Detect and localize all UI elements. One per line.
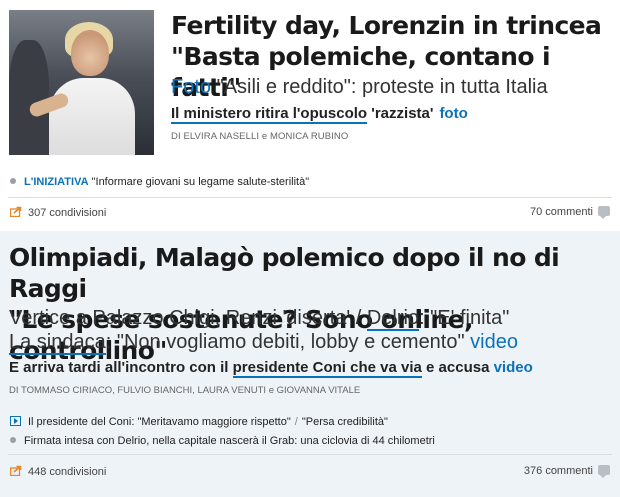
comment-icon <box>598 206 610 219</box>
headline-line-1[interactable]: Olimpiadi, Malagò polemico dopo il no di… <box>9 242 614 304</box>
article-photo[interactable] <box>9 10 154 155</box>
sindaca-link[interactable]: La sindaca <box>9 331 106 355</box>
video-icon <box>10 416 21 426</box>
byline: di TOMMASO CIRIACO, FULVIO BIANCHI, LAUR… <box>9 385 360 396</box>
share-button[interactable]: 448 condivisioni <box>10 465 107 478</box>
article-subtitle: Vertice a Palazzo Chigi, Renzi 'diserta'… <box>9 306 609 355</box>
photo-face <box>71 30 109 76</box>
share-count: 307 condivisioni <box>28 207 107 219</box>
headline-line-1[interactable]: Fertility day, Lorenzin in trincea <box>171 10 611 41</box>
byline-authors: di TOMMASO CIRIACO, FULVIO BIANCHI, LAUR… <box>9 385 267 396</box>
subtitle-text-c: : "E' finita" <box>419 307 510 329</box>
subtitle-text-a: Vertice a Palazzo Chigi, Renzi 'diserta'… <box>9 307 367 329</box>
bullet-icon <box>10 178 16 184</box>
comments-link[interactable]: 70 commenti <box>530 206 610 219</box>
share-icon <box>10 206 22 217</box>
related-headline-underlined[interactable]: Il ministero ritira l'opuscolo <box>171 105 368 124</box>
video-link[interactable]: video <box>470 331 518 353</box>
subtitle-text-e: : "Non vogliamo debiti, lobby e cemento" <box>105 331 465 353</box>
article-fertility-day: Fertility day, Lorenzin in trincea "Bast… <box>0 0 620 231</box>
share-count: 448 condivisioni <box>28 466 107 478</box>
divider <box>8 197 612 198</box>
related-link-grab[interactable]: Firmata intesa con Delrio, nella capital… <box>10 435 435 447</box>
presidente-coni-link[interactable]: presidente Coni che va via <box>232 359 422 378</box>
divider <box>8 454 612 455</box>
related-photo-link[interactable]: foto <box>439 105 467 122</box>
subtitle-line-2: La sindaca: "Non vogliamo debiti, lobby … <box>9 330 609 355</box>
comments-link[interactable]: 376 commenti <box>523 465 610 478</box>
separator-slash: / <box>294 416 298 428</box>
related-kicker: L'INIZIATIVA <box>24 176 89 188</box>
article-olimpiadi: Olimpiadi, Malagò polemico dopo il no di… <box>0 231 620 497</box>
bullet-icon <box>10 437 16 443</box>
related-headline-text-b: e accusa <box>421 359 494 376</box>
comment-icon <box>598 465 610 478</box>
related-headline-text-a: E arriva tardi all'incontro con il <box>9 359 233 376</box>
related-text[interactable]: "Informare giovani su legame salute-ster… <box>89 176 310 188</box>
photo-background-figure <box>9 40 49 155</box>
related-video-link[interactable]: video <box>494 359 533 376</box>
article-footer: 307 condivisioni 70 commenti <box>10 206 610 226</box>
related-headline: E arriva tardi all'incontro con il presi… <box>9 358 533 378</box>
comment-count: 376 commenti <box>523 465 593 477</box>
related-headline: Il ministero ritira l'opuscolo 'razzista… <box>171 104 468 124</box>
delrio-link[interactable]: Delrio <box>366 307 420 331</box>
share-button[interactable]: 307 condivisioni <box>10 206 107 219</box>
byline-author-2: MONICA RUBINO <box>270 131 349 142</box>
byline-conjunction: e <box>266 385 277 396</box>
byline-conjunction: e <box>259 131 270 142</box>
byline-author-last: GIOVANNA VITALE <box>276 385 361 396</box>
article-footer: 448 condivisioni 376 commenti <box>10 465 610 485</box>
photo-link[interactable]: Foto <box>171 76 211 98</box>
comment-count: 70 commenti <box>530 206 593 218</box>
related-headline-text: 'razzista' <box>367 105 434 122</box>
byline: di ELVIRA NASELLI e MONICA RUBINO <box>171 131 348 142</box>
byline-author-1: di ELVIRA NASELLI <box>171 131 260 142</box>
photo-body <box>49 78 135 155</box>
subtitle-text[interactable]: "Asili e reddito": proteste in tutta Ita… <box>211 76 548 98</box>
related-text-b[interactable]: "Persa credibilità" <box>302 416 388 428</box>
article-subtitle: Foto "Asili e reddito": proteste in tutt… <box>171 74 611 100</box>
share-icon <box>10 465 22 476</box>
subtitle-line-1: Vertice a Palazzo Chigi, Renzi 'diserta'… <box>9 306 609 331</box>
related-text[interactable]: Firmata intesa con Delrio, nella capital… <box>24 435 435 447</box>
related-link-iniziativa[interactable]: L'INIZIATIVA "Informare giovani su legam… <box>10 176 309 188</box>
related-text-a[interactable]: Il presidente del Coni: "Meritavamo magg… <box>28 416 291 428</box>
related-link-presidente-coni[interactable]: Il presidente del Coni: "Meritavamo magg… <box>10 416 388 428</box>
